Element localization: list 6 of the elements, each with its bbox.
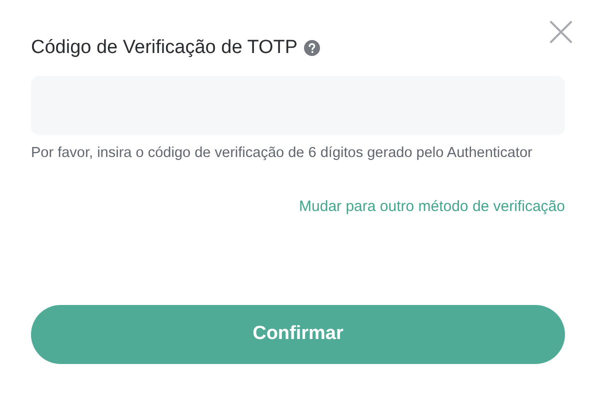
dialog-title: Código de Verificação de TOTP xyxy=(31,36,298,60)
close-button[interactable] xyxy=(550,20,572,42)
hint-text: Por favor, insira o código de verificação de 6 dígitos gerado pelo Authenticator xyxy=(31,144,534,163)
switch-method-link[interactable]: Mudar para outro método de verificação xyxy=(299,196,565,218)
confirm-button[interactable]: Confirmar xyxy=(31,304,565,364)
help-icon[interactable] xyxy=(304,40,320,56)
